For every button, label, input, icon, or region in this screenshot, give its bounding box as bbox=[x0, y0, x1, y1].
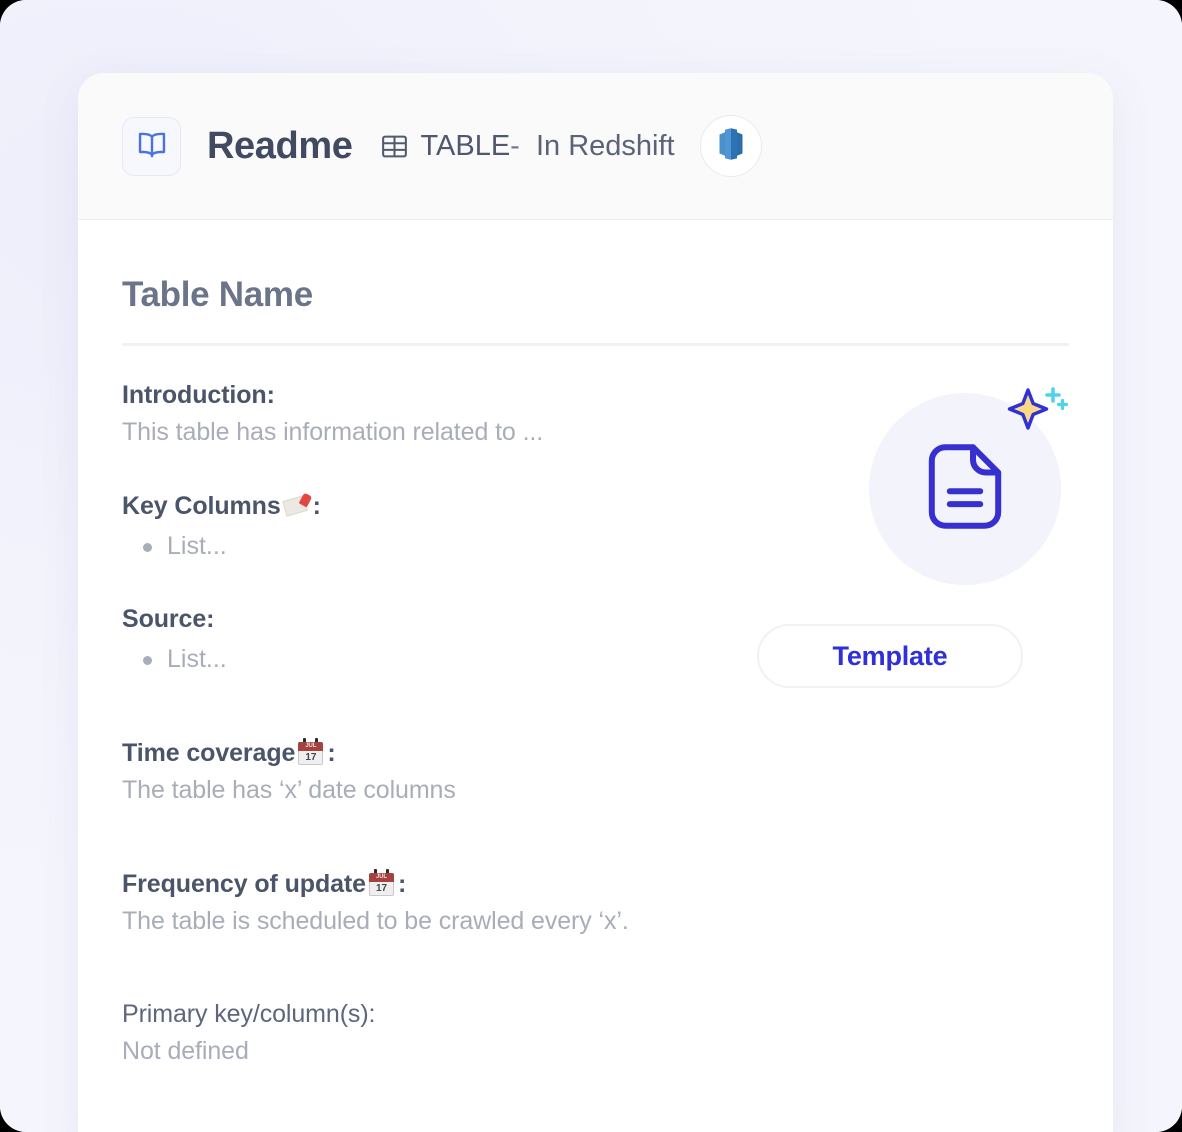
section-heading-row: Frequency of update17: bbox=[122, 866, 1069, 903]
template-button[interactable]: Template bbox=[757, 624, 1023, 688]
redshift-icon bbox=[714, 126, 748, 167]
section-heading: Time coverage bbox=[122, 739, 296, 767]
document-icon bbox=[923, 441, 1007, 538]
section-heading-row: Time coverage17: bbox=[122, 735, 1069, 772]
section-heading: Key Columns bbox=[122, 491, 281, 520]
open-book-icon bbox=[136, 130, 168, 163]
section-body: The table is scheduled to be crawled eve… bbox=[122, 906, 629, 935]
card-body: Table Name Introduction: This table has … bbox=[78, 220, 1113, 1132]
calendar-day: 17 bbox=[368, 881, 394, 896]
subtitle-separator: - bbox=[510, 129, 520, 162]
section-heading-suffix: : bbox=[397, 869, 407, 898]
section-body: The table has ‘x’ date columns bbox=[122, 776, 456, 804]
entity-type-label: TABLE bbox=[420, 129, 511, 162]
ai-sparkle-icon bbox=[1002, 381, 1070, 449]
section-heading: Frequency of update bbox=[122, 869, 366, 898]
header-subtitle: TABLE- In Redshift bbox=[420, 130, 674, 163]
open-book-icon-tile[interactable] bbox=[122, 116, 181, 176]
calendar-day: 17 bbox=[298, 751, 324, 765]
page-title: Readme bbox=[207, 124, 353, 167]
section-heading: Calculated columns and their logic: bbox=[122, 1127, 1069, 1132]
section-heading-suffix: : bbox=[327, 739, 336, 767]
source-label: In Redshift bbox=[535, 129, 675, 162]
section-heading-suffix: : bbox=[312, 491, 321, 520]
document-illustration bbox=[869, 387, 1069, 585]
readme-card: Readme TABLE- In Redshift Table Name Int… bbox=[78, 73, 1113, 1132]
section-frequency-of-update: Frequency of update17: The table is sche… bbox=[122, 866, 1069, 941]
pinned-note-emoji bbox=[281, 492, 312, 517]
card-header: Readme TABLE- In Redshift bbox=[78, 73, 1113, 220]
section-body: Not defined bbox=[122, 1037, 249, 1065]
section-heading: Primary key/column(s): bbox=[122, 1000, 376, 1028]
table-name-heading: Table Name bbox=[122, 275, 313, 314]
title-divider bbox=[122, 343, 1069, 346]
section-primary-key: Primary key/column(s): Not defined bbox=[122, 996, 1069, 1071]
calendar-emoji: 17 bbox=[368, 868, 394, 896]
calendar-emoji: 17 bbox=[298, 738, 324, 765]
redshift-badge[interactable] bbox=[699, 115, 762, 177]
section-time-coverage: Time coverage17: The table has ‘x’ date … bbox=[122, 735, 1069, 810]
table-grid-icon bbox=[380, 132, 409, 161]
page-canvas: Readme TABLE- In Redshift Table Name Int… bbox=[0, 0, 1182, 1132]
section-calculated-columns: Calculated columns and their logic: Not … bbox=[122, 1127, 1069, 1132]
